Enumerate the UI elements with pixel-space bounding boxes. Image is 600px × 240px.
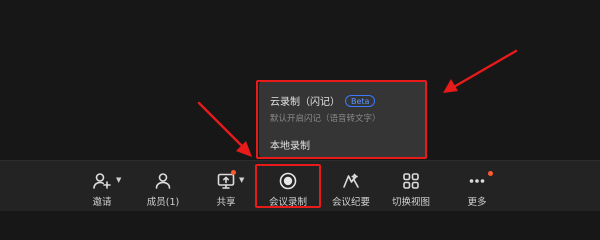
recording-options-menu: 云录制（闪记） Beta 默认开启闪记（语音转文字） 本地录制 (259, 81, 427, 158)
record-button[interactable]: 会议录制 (257, 161, 319, 212)
cloud-recording-title-row: 云录制（闪记） Beta (270, 93, 381, 108)
share-caret-icon[interactable]: ▼ (239, 176, 244, 184)
invite-caret-icon[interactable]: ▼ (116, 176, 121, 184)
record-icon (278, 170, 298, 192)
screen-share-icon: ▼ (216, 170, 244, 192)
more-label: 更多 (467, 197, 487, 208)
members-label: 成员(1) (146, 197, 180, 208)
minutes-icon (341, 170, 361, 192)
switch-view-label: 切换视图 (391, 197, 430, 208)
switch-view-button[interactable]: 切换视图 (388, 161, 434, 212)
invite-label: 邀请 (92, 197, 112, 208)
more-notification-dot (488, 171, 493, 176)
local-recording-option[interactable]: 本地录制 (270, 137, 310, 152)
cloud-recording-title: 云录制（闪记） (270, 97, 340, 108)
meeting-toolbar: ▼ 邀请 成员(1) ▼ 共享 会议录制 会议纪要 切换视图 更多 (0, 160, 600, 211)
invite-button[interactable]: ▼ 邀请 (82, 161, 122, 212)
beta-badge: Beta (345, 95, 376, 107)
cloud-recording-option[interactable]: 云录制（闪记） Beta 默认开启闪记（语音转文字） (270, 93, 381, 124)
more-button[interactable]: 更多 (457, 161, 497, 212)
members-button[interactable]: 成员(1) (140, 161, 186, 212)
meeting-minutes-button[interactable]: 会议纪要 (328, 161, 374, 212)
share-button[interactable]: ▼ 共享 (207, 161, 245, 212)
minutes-label: 会议纪要 (331, 197, 370, 208)
add-user-icon: ▼ (92, 170, 121, 192)
share-label: 共享 (216, 197, 236, 208)
more-icon (467, 170, 493, 192)
grid-view-icon (401, 170, 421, 192)
members-icon (153, 170, 173, 192)
local-recording-title: 本地录制 (270, 141, 310, 152)
cloud-recording-subtitle: 默认开启闪记（语音转文字） (270, 114, 381, 124)
record-label: 会议录制 (268, 197, 307, 208)
share-notification-dot (231, 170, 236, 175)
